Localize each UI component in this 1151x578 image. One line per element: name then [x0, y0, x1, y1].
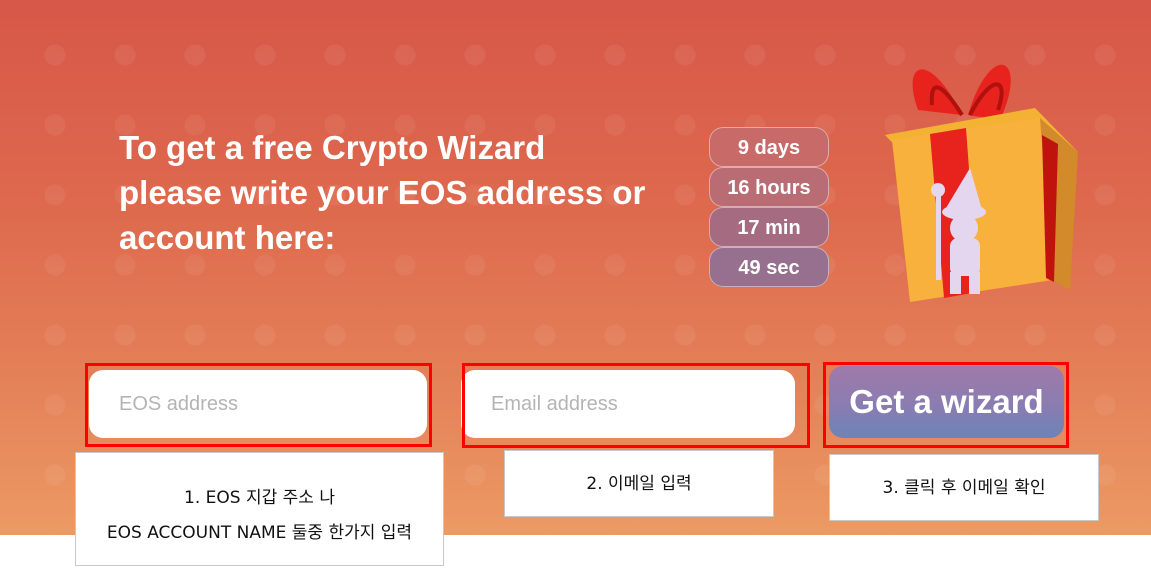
timer-days: 9 days — [709, 127, 829, 167]
headline-line-1: To get a free Crypto Wizard — [119, 129, 546, 166]
timer-seconds: 49 sec — [709, 247, 829, 287]
email-highlight-box — [462, 363, 810, 448]
step-1-line-2: EOS ACCOUNT NAME 둘중 한가지 입력 — [106, 523, 413, 543]
headline-line-2: please write your EOS address or — [119, 174, 646, 211]
step-1-line-1: 1. EOS 지갑 주소 나 — [184, 488, 335, 508]
button-highlight-box — [823, 362, 1069, 448]
step-3-note: 3. 클릭 후 이메일 확인 — [829, 454, 1099, 521]
step-1-note: 1. EOS 지갑 주소 나 EOS ACCOUNT NAME 둘중 한가지 입… — [75, 452, 444, 566]
headline-line-3: account here: — [119, 219, 336, 256]
headline: To get a free Crypto Wizard please write… — [119, 125, 679, 260]
timer-hours: 16 hours — [709, 167, 829, 207]
gift-box-icon — [885, 64, 1078, 302]
timer-minutes: 17 min — [709, 207, 829, 247]
countdown-timer: 9 days 16 hours 17 min 49 sec — [709, 127, 829, 287]
step-2-note: 2. 이메일 입력 — [504, 450, 774, 517]
eos-highlight-box — [85, 363, 432, 447]
